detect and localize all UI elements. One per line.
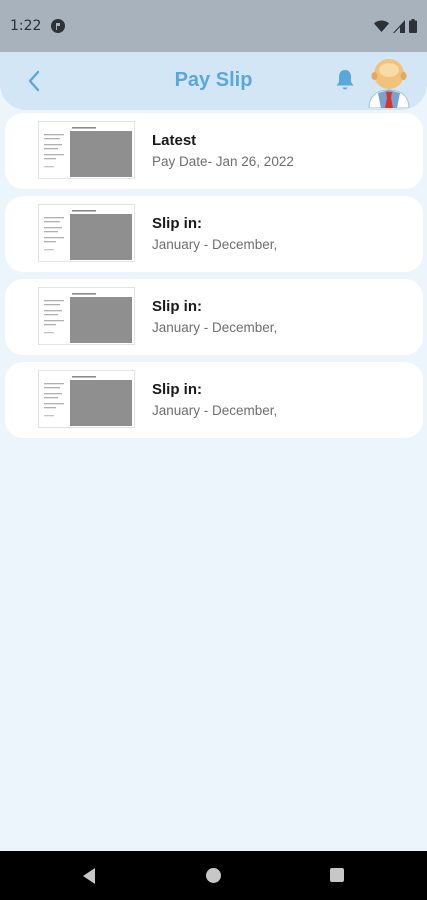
nav-back-icon bbox=[83, 868, 95, 884]
slip-title: Slip in: bbox=[152, 298, 202, 315]
slip-card-latest[interactable]: Latest Pay Date- Jan 26, 2022 bbox=[5, 113, 423, 189]
slip-card[interactable]: Slip in: January - December, bbox=[5, 196, 423, 272]
slip-subtitle: January - December, bbox=[152, 403, 278, 418]
slip-list: Latest Pay Date- Jan 26, 2022 Slip in: J… bbox=[5, 113, 423, 445]
slip-subtitle: January - December, bbox=[152, 320, 278, 335]
slip-thumbnail bbox=[38, 121, 135, 179]
slip-thumbnail bbox=[38, 287, 135, 345]
slip-subtitle: January - December, bbox=[152, 237, 278, 252]
nav-back-button[interactable] bbox=[81, 867, 97, 885]
slip-title: Slip in: bbox=[152, 215, 202, 232]
slip-card[interactable]: Slip in: January - December, bbox=[5, 279, 423, 355]
app-notification-icon bbox=[51, 19, 66, 33]
status-time: 1:22 bbox=[10, 18, 42, 34]
system-nav-bar bbox=[0, 851, 427, 900]
notifications-button[interactable] bbox=[334, 68, 356, 92]
slip-title: Latest bbox=[152, 132, 197, 149]
slip-thumbnail bbox=[38, 370, 135, 428]
status-bar: 1:22 bbox=[0, 0, 427, 52]
nav-recents-icon[interactable] bbox=[330, 868, 344, 882]
page-title: Pay Slip bbox=[174, 69, 253, 91]
slip-thumbnail bbox=[38, 204, 135, 262]
battery-icon bbox=[409, 19, 417, 33]
slip-subtitle: Pay Date- Jan 26, 2022 bbox=[152, 154, 294, 169]
slip-card[interactable]: Slip in: January - December, bbox=[5, 362, 423, 438]
wifi-icon bbox=[374, 20, 389, 32]
signal-icon bbox=[393, 19, 405, 33]
avatar-icon bbox=[368, 59, 410, 109]
nav-home-icon[interactable] bbox=[206, 868, 221, 883]
app-header: Pay Slip bbox=[0, 52, 427, 110]
slip-title: Slip in: bbox=[152, 381, 202, 398]
avatar[interactable] bbox=[366, 56, 412, 109]
bell-icon bbox=[336, 70, 354, 90]
